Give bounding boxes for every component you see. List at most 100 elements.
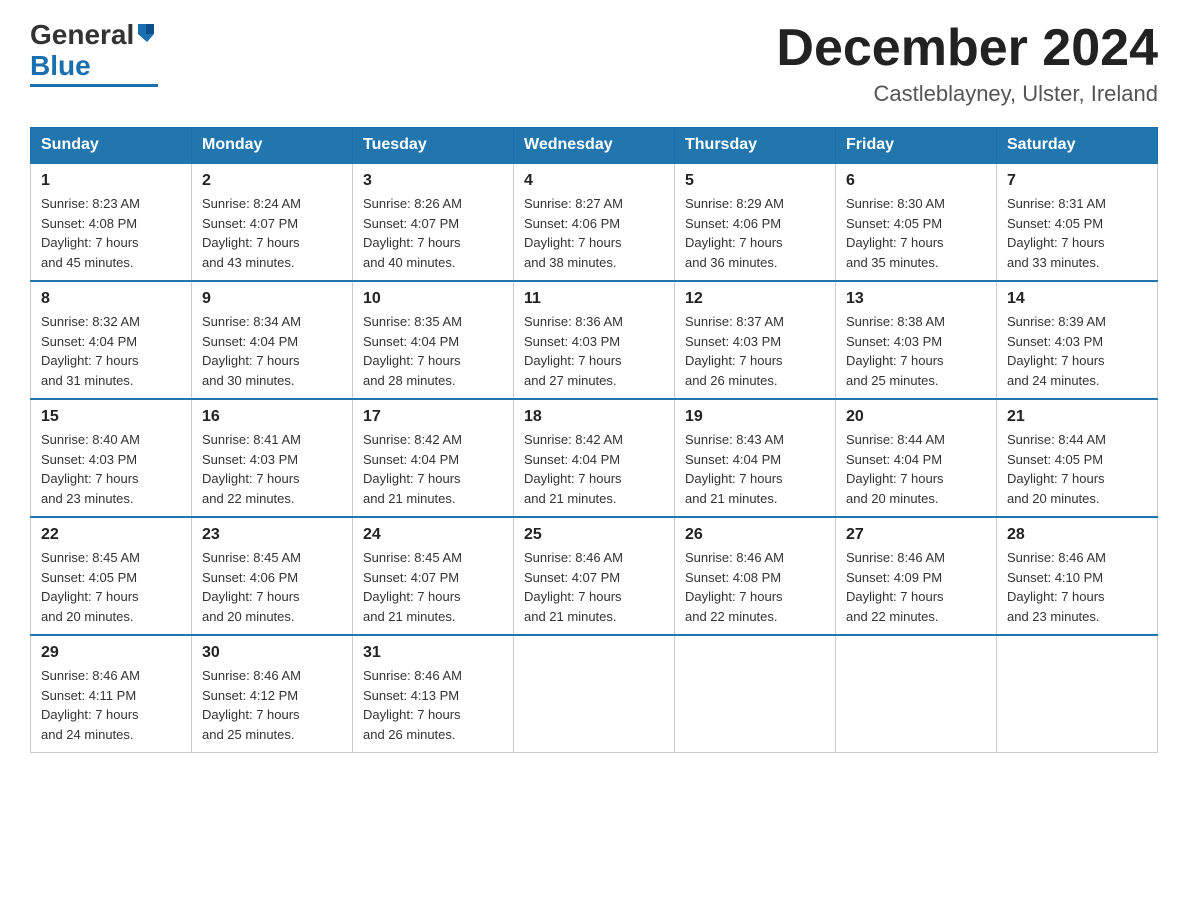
day-number: 1 <box>41 172 181 190</box>
calendar-header-sunday: Sunday <box>31 128 192 164</box>
calendar-table: SundayMondayTuesdayWednesdayThursdayFrid… <box>30 127 1158 753</box>
day-info: Sunrise: 8:45 AM Sunset: 4:06 PM Dayligh… <box>202 548 342 626</box>
day-info: Sunrise: 8:45 AM Sunset: 4:07 PM Dayligh… <box>363 548 503 626</box>
logo-text-black: General <box>30 20 134 51</box>
calendar-cell: 4 Sunrise: 8:27 AM Sunset: 4:06 PM Daylig… <box>514 163 675 281</box>
logo-underline <box>30 84 158 87</box>
calendar-header-row: SundayMondayTuesdayWednesdayThursdayFrid… <box>31 128 1158 164</box>
day-number: 29 <box>41 644 181 662</box>
calendar-cell: 20Sunrise: 8:44 AM Sunset: 4:04 PM Dayli… <box>836 399 997 517</box>
calendar-cell: 5 Sunrise: 8:29 AM Sunset: 4:06 PM Daylig… <box>675 163 836 281</box>
day-number: 20 <box>846 408 986 426</box>
calendar-cell <box>675 635 836 753</box>
calendar-header-friday: Friday <box>836 128 997 164</box>
day-number: 13 <box>846 290 986 308</box>
day-info: Sunrise: 8:42 AM Sunset: 4:04 PM Dayligh… <box>524 430 664 508</box>
day-number: 23 <box>202 526 342 544</box>
day-info: Sunrise: 8:29 AM Sunset: 4:06 PM Dayligh… <box>685 194 825 272</box>
day-info: Sunrise: 8:35 AM Sunset: 4:04 PM Dayligh… <box>363 312 503 390</box>
calendar-cell: 14Sunrise: 8:39 AM Sunset: 4:03 PM Dayli… <box>997 281 1158 399</box>
day-info: Sunrise: 8:46 AM Sunset: 4:07 PM Dayligh… <box>524 548 664 626</box>
day-number: 4 <box>524 172 664 190</box>
day-number: 17 <box>363 408 503 426</box>
calendar-cell: 28Sunrise: 8:46 AM Sunset: 4:10 PM Dayli… <box>997 517 1158 635</box>
calendar-header-tuesday: Tuesday <box>353 128 514 164</box>
day-info: Sunrise: 8:44 AM Sunset: 4:05 PM Dayligh… <box>1007 430 1147 508</box>
calendar-cell: 21 Sunrise: 8:44 AM Sunset: 4:05 PM Dayli… <box>997 399 1158 517</box>
calendar-cell: 22Sunrise: 8:45 AM Sunset: 4:05 PM Dayli… <box>31 517 192 635</box>
calendar-cell: 3 Sunrise: 8:26 AM Sunset: 4:07 PM Daylig… <box>353 163 514 281</box>
day-info: Sunrise: 8:24 AM Sunset: 4:07 PM Dayligh… <box>202 194 342 272</box>
day-info: Sunrise: 8:38 AM Sunset: 4:03 PM Dayligh… <box>846 312 986 390</box>
day-number: 18 <box>524 408 664 426</box>
calendar-cell: 15Sunrise: 8:40 AM Sunset: 4:03 PM Dayli… <box>31 399 192 517</box>
day-number: 10 <box>363 290 503 308</box>
calendar-header-wednesday: Wednesday <box>514 128 675 164</box>
page-header: General Blue December 2024 Castleblayney… <box>30 20 1158 107</box>
day-info: Sunrise: 8:46 AM Sunset: 4:09 PM Dayligh… <box>846 548 986 626</box>
day-info: Sunrise: 8:31 AM Sunset: 4:05 PM Dayligh… <box>1007 194 1147 272</box>
calendar-week-row: 1Sunrise: 8:23 AM Sunset: 4:08 PM Daylig… <box>31 163 1158 281</box>
day-number: 16 <box>202 408 342 426</box>
day-number: 3 <box>363 172 503 190</box>
calendar-cell: 27 Sunrise: 8:46 AM Sunset: 4:09 PM Dayli… <box>836 517 997 635</box>
calendar-header-thursday: Thursday <box>675 128 836 164</box>
calendar-cell: 2 Sunrise: 8:24 AM Sunset: 4:07 PM Daylig… <box>192 163 353 281</box>
day-info: Sunrise: 8:27 AM Sunset: 4:06 PM Dayligh… <box>524 194 664 272</box>
calendar-week-row: 8 Sunrise: 8:32 AM Sunset: 4:04 PM Daylig… <box>31 281 1158 399</box>
calendar-cell: 24 Sunrise: 8:45 AM Sunset: 4:07 PM Dayli… <box>353 517 514 635</box>
day-number: 11 <box>524 290 664 308</box>
calendar-cell: 18 Sunrise: 8:42 AM Sunset: 4:04 PM Dayli… <box>514 399 675 517</box>
day-number: 24 <box>363 526 503 544</box>
calendar-header-saturday: Saturday <box>997 128 1158 164</box>
day-info: Sunrise: 8:46 AM Sunset: 4:08 PM Dayligh… <box>685 548 825 626</box>
calendar-cell: 12Sunrise: 8:37 AM Sunset: 4:03 PM Dayli… <box>675 281 836 399</box>
day-number: 30 <box>202 644 342 662</box>
day-number: 28 <box>1007 526 1147 544</box>
calendar-cell: 30Sunrise: 8:46 AM Sunset: 4:12 PM Dayli… <box>192 635 353 753</box>
day-info: Sunrise: 8:26 AM Sunset: 4:07 PM Dayligh… <box>363 194 503 272</box>
day-number: 8 <box>41 290 181 308</box>
day-info: Sunrise: 8:32 AM Sunset: 4:04 PM Dayligh… <box>41 312 181 390</box>
title-block: December 2024 Castleblayney, Ulster, Ire… <box>776 20 1158 107</box>
calendar-cell: 13 Sunrise: 8:38 AM Sunset: 4:03 PM Dayli… <box>836 281 997 399</box>
calendar-cell: 10 Sunrise: 8:35 AM Sunset: 4:04 PM Dayli… <box>353 281 514 399</box>
day-number: 9 <box>202 290 342 308</box>
calendar-cell: 1Sunrise: 8:23 AM Sunset: 4:08 PM Daylig… <box>31 163 192 281</box>
calendar-cell <box>514 635 675 753</box>
day-info: Sunrise: 8:46 AM Sunset: 4:13 PM Dayligh… <box>363 666 503 744</box>
calendar-cell: 17Sunrise: 8:42 AM Sunset: 4:04 PM Dayli… <box>353 399 514 517</box>
calendar-week-row: 15Sunrise: 8:40 AM Sunset: 4:03 PM Dayli… <box>31 399 1158 517</box>
day-info: Sunrise: 8:30 AM Sunset: 4:05 PM Dayligh… <box>846 194 986 272</box>
day-number: 21 <box>1007 408 1147 426</box>
day-number: 14 <box>1007 290 1147 308</box>
calendar-cell: 19Sunrise: 8:43 AM Sunset: 4:04 PM Dayli… <box>675 399 836 517</box>
calendar-cell: 7 Sunrise: 8:31 AM Sunset: 4:05 PM Daylig… <box>997 163 1158 281</box>
day-info: Sunrise: 8:41 AM Sunset: 4:03 PM Dayligh… <box>202 430 342 508</box>
calendar-week-row: 29 Sunrise: 8:46 AM Sunset: 4:11 PM Dayli… <box>31 635 1158 753</box>
day-number: 31 <box>363 644 503 662</box>
day-number: 7 <box>1007 172 1147 190</box>
calendar-cell: 29 Sunrise: 8:46 AM Sunset: 4:11 PM Dayli… <box>31 635 192 753</box>
day-number: 6 <box>846 172 986 190</box>
day-number: 2 <box>202 172 342 190</box>
day-info: Sunrise: 8:36 AM Sunset: 4:03 PM Dayligh… <box>524 312 664 390</box>
day-number: 5 <box>685 172 825 190</box>
calendar-cell: 23 Sunrise: 8:45 AM Sunset: 4:06 PM Dayli… <box>192 517 353 635</box>
calendar-header-monday: Monday <box>192 128 353 164</box>
calendar-cell <box>836 635 997 753</box>
month-title: December 2024 <box>776 20 1158 77</box>
calendar-cell: 31 Sunrise: 8:46 AM Sunset: 4:13 PM Dayli… <box>353 635 514 753</box>
logo: General Blue <box>30 20 158 87</box>
logo-text-blue: Blue <box>30 51 91 82</box>
day-info: Sunrise: 8:46 AM Sunset: 4:11 PM Dayligh… <box>41 666 181 744</box>
calendar-cell: 9 Sunrise: 8:34 AM Sunset: 4:04 PM Daylig… <box>192 281 353 399</box>
day-number: 25 <box>524 526 664 544</box>
calendar-cell: 8 Sunrise: 8:32 AM Sunset: 4:04 PM Daylig… <box>31 281 192 399</box>
day-info: Sunrise: 8:43 AM Sunset: 4:04 PM Dayligh… <box>685 430 825 508</box>
day-number: 27 <box>846 526 986 544</box>
day-info: Sunrise: 8:34 AM Sunset: 4:04 PM Dayligh… <box>202 312 342 390</box>
day-info: Sunrise: 8:40 AM Sunset: 4:03 PM Dayligh… <box>41 430 181 508</box>
calendar-cell: 26Sunrise: 8:46 AM Sunset: 4:08 PM Dayli… <box>675 517 836 635</box>
calendar-week-row: 22Sunrise: 8:45 AM Sunset: 4:05 PM Dayli… <box>31 517 1158 635</box>
